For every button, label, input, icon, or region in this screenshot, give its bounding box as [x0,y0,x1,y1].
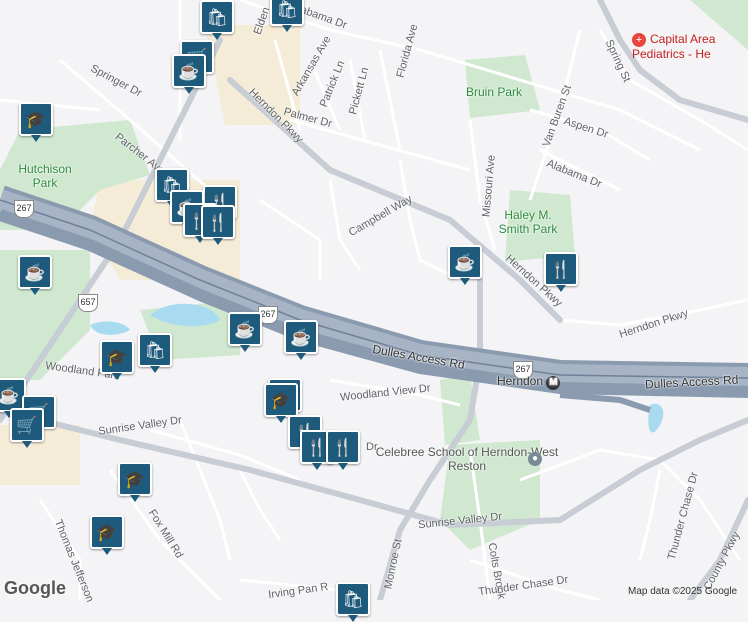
marker-cafe-icon[interactable]: ☕ [448,245,482,285]
marker-shopping-bag-icon[interactable]: 🛍 [200,0,234,40]
marker-cafe-icon[interactable]: ☕ [172,54,206,94]
marker-cafe-icon[interactable]: ☕ [284,320,318,360]
metro-label[interactable]: Herndon M [497,374,561,390]
map-canvas[interactable] [0,0,748,600]
marker-restaurant-icon[interactable]: 🍴 [201,205,235,245]
map-attribution[interactable]: Map data ©2025 Google [628,586,737,597]
marker-school-icon[interactable]: 🎓 [264,383,298,423]
marker-restaurant-icon[interactable]: 🍴 [544,252,578,292]
marker-shopping-bag-icon[interactable]: 🛍 [270,0,304,32]
google-logo: Google [4,578,66,598]
marker-shopping-bag-icon[interactable]: 🛍 [336,582,370,622]
park-label: Bruin Park [466,85,523,99]
marker-shopping-bag-icon[interactable]: 🛍 [138,333,172,373]
marker-school-icon[interactable]: 🎓 [100,340,134,380]
route-shield: 267 [14,200,34,218]
park-label: Hutchison Park [18,162,72,190]
marker-school-icon[interactable]: 🎓 [90,515,124,555]
metro-icon: M [546,376,561,390]
hospital-icon: + [632,32,646,47]
marker-cafe-icon[interactable]: ☕ [228,312,262,352]
marker-restaurant-icon[interactable]: 🍴 [326,430,360,470]
marker-shopping-cart-icon[interactable]: 🛒 [10,408,44,448]
marker-school-icon[interactable]: 🎓 [19,102,53,142]
marker-school-icon[interactable]: 🎓 [118,462,152,502]
place-label-capital-area[interactable]: + Capital Area Pediatrics - He [632,32,748,61]
marker-cafe-icon[interactable]: ☕ [18,255,52,295]
park-label: Haley M. Smith Park [498,208,558,236]
route-shield: 657 [78,294,98,312]
place-pin-icon: ● [528,452,542,466]
